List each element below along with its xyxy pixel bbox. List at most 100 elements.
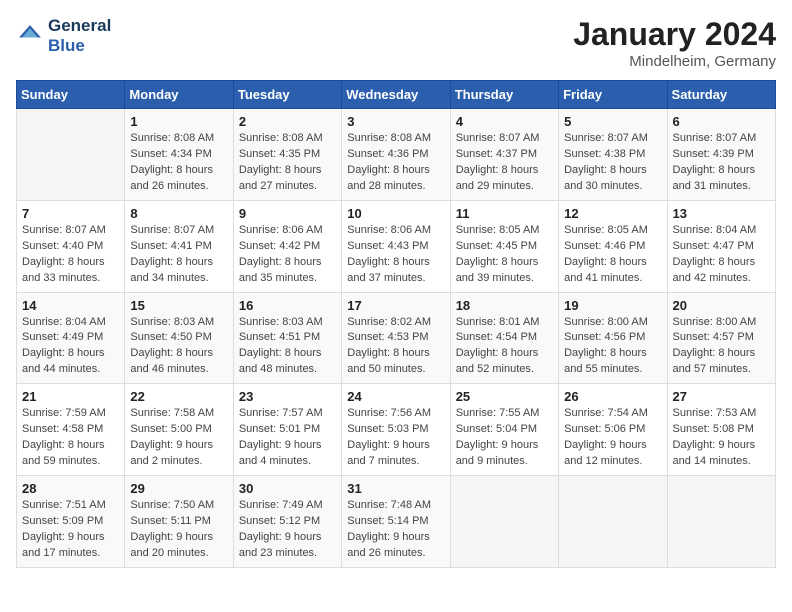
- day-number: 13: [673, 206, 770, 221]
- day-detail: Sunrise: 7:54 AMSunset: 5:06 PMDaylight:…: [564, 406, 661, 470]
- day-detail: Sunrise: 8:08 AMSunset: 4:34 PMDaylight:…: [130, 131, 227, 195]
- day-cell: 2 Sunrise: 8:08 AMSunset: 4:35 PMDaylight…: [233, 109, 341, 201]
- day-number: 25: [456, 389, 553, 404]
- title-block: January 2024 Mindelheim, Germany: [573, 16, 776, 70]
- day-detail: Sunrise: 8:08 AMSunset: 4:35 PMDaylight:…: [239, 131, 336, 195]
- day-cell: [17, 109, 125, 201]
- day-cell: 23 Sunrise: 7:57 AMSunset: 5:01 PMDayligh…: [233, 384, 341, 476]
- day-cell: 22Sunrise: 7:58 AMSunset: 5:00 PMDayligh…: [125, 384, 233, 476]
- day-cell: 15Sunrise: 8:03 AMSunset: 4:50 PMDayligh…: [125, 292, 233, 384]
- day-number: 16: [239, 298, 336, 313]
- day-number: 4: [456, 114, 553, 129]
- day-detail: Sunrise: 8:04 AMSunset: 4:49 PMDaylight:…: [22, 315, 119, 379]
- day-cell: 12Sunrise: 8:05 AMSunset: 4:46 PMDayligh…: [559, 200, 667, 292]
- day-number: 18: [456, 298, 553, 313]
- col-header-monday: Monday: [125, 81, 233, 109]
- calendar-table: SundayMondayTuesdayWednesdayThursdayFrid…: [16, 80, 776, 568]
- day-number: 15: [130, 298, 227, 313]
- day-detail: Sunrise: 8:07 AMSunset: 4:39 PMDaylight:…: [673, 131, 770, 195]
- day-detail: Sunrise: 8:07 AMSunset: 4:40 PMDaylight:…: [22, 223, 119, 287]
- day-number: 23: [239, 389, 336, 404]
- day-cell: [559, 476, 667, 568]
- day-cell: 30 Sunrise: 7:49 AMSunset: 5:12 PMDayligh…: [233, 476, 341, 568]
- day-number: 3: [347, 114, 444, 129]
- subtitle: Mindelheim, Germany: [573, 53, 776, 70]
- day-number: 12: [564, 206, 661, 221]
- day-cell: 7 Sunrise: 8:07 AMSunset: 4:40 PMDaylight…: [17, 200, 125, 292]
- day-number: 11: [456, 206, 553, 221]
- day-number: 17: [347, 298, 444, 313]
- day-number: 22: [130, 389, 227, 404]
- day-detail: Sunrise: 8:00 AMSunset: 4:57 PMDaylight:…: [673, 315, 770, 379]
- day-number: 19: [564, 298, 661, 313]
- page-header: General Blue January 2024 Mindelheim, Ge…: [16, 16, 776, 70]
- week-row-3: 14 Sunrise: 8:04 AMSunset: 4:49 PMDayligh…: [17, 292, 776, 384]
- day-detail: Sunrise: 8:04 AMSunset: 4:47 PMDaylight:…: [673, 223, 770, 287]
- day-detail: Sunrise: 7:53 AMSunset: 5:08 PMDaylight:…: [673, 406, 770, 470]
- day-number: 24: [347, 389, 444, 404]
- day-detail: Sunrise: 7:51 AMSunset: 5:09 PMDaylight:…: [22, 498, 119, 562]
- day-cell: 26 Sunrise: 7:54 AMSunset: 5:06 PMDayligh…: [559, 384, 667, 476]
- day-cell: 28 Sunrise: 7:51 AMSunset: 5:09 PMDayligh…: [17, 476, 125, 568]
- day-number: 31: [347, 481, 444, 496]
- column-headers: SundayMondayTuesdayWednesdayThursdayFrid…: [17, 81, 776, 109]
- week-row-1: 1 Sunrise: 8:08 AMSunset: 4:34 PMDaylight…: [17, 109, 776, 201]
- day-detail: Sunrise: 8:01 AMSunset: 4:54 PMDaylight:…: [456, 315, 553, 379]
- day-detail: Sunrise: 8:07 AMSunset: 4:41 PMDaylight:…: [130, 223, 227, 287]
- day-detail: Sunrise: 7:59 AMSunset: 4:58 PMDaylight:…: [22, 406, 119, 470]
- day-number: 14: [22, 298, 119, 313]
- day-number: 20: [673, 298, 770, 313]
- day-number: 6: [673, 114, 770, 129]
- day-number: 8: [130, 206, 227, 221]
- day-detail: Sunrise: 7:48 AMSunset: 5:14 PMDaylight:…: [347, 498, 444, 562]
- day-detail: Sunrise: 7:57 AMSunset: 5:01 PMDaylight:…: [239, 406, 336, 470]
- day-cell: [450, 476, 558, 568]
- main-title: January 2024: [573, 16, 776, 53]
- logo-text: General Blue: [48, 16, 111, 55]
- day-detail: Sunrise: 8:05 AMSunset: 4:45 PMDaylight:…: [456, 223, 553, 287]
- day-detail: Sunrise: 8:06 AMSunset: 4:43 PMDaylight:…: [347, 223, 444, 287]
- col-header-thursday: Thursday: [450, 81, 558, 109]
- day-cell: 10Sunrise: 8:06 AMSunset: 4:43 PMDayligh…: [342, 200, 450, 292]
- day-detail: Sunrise: 7:56 AMSunset: 5:03 PMDaylight:…: [347, 406, 444, 470]
- day-cell: 1 Sunrise: 8:08 AMSunset: 4:34 PMDaylight…: [125, 109, 233, 201]
- day-number: 2: [239, 114, 336, 129]
- col-header-tuesday: Tuesday: [233, 81, 341, 109]
- day-number: 9: [239, 206, 336, 221]
- day-cell: 13 Sunrise: 8:04 AMSunset: 4:47 PMDayligh…: [667, 200, 775, 292]
- day-number: 7: [22, 206, 119, 221]
- day-cell: 3 Sunrise: 8:08 AMSunset: 4:36 PMDaylight…: [342, 109, 450, 201]
- day-cell: 18 Sunrise: 8:01 AMSunset: 4:54 PMDayligh…: [450, 292, 558, 384]
- day-detail: Sunrise: 7:55 AMSunset: 5:04 PMDaylight:…: [456, 406, 553, 470]
- week-row-2: 7 Sunrise: 8:07 AMSunset: 4:40 PMDaylight…: [17, 200, 776, 292]
- day-cell: 24 Sunrise: 7:56 AMSunset: 5:03 PMDayligh…: [342, 384, 450, 476]
- logo-icon: [16, 22, 44, 50]
- day-cell: 27 Sunrise: 7:53 AMSunset: 5:08 PMDayligh…: [667, 384, 775, 476]
- day-cell: 6 Sunrise: 8:07 AMSunset: 4:39 PMDaylight…: [667, 109, 775, 201]
- day-number: 30: [239, 481, 336, 496]
- day-cell: 11 Sunrise: 8:05 AMSunset: 4:45 PMDayligh…: [450, 200, 558, 292]
- day-detail: Sunrise: 8:03 AMSunset: 4:51 PMDaylight:…: [239, 315, 336, 379]
- day-number: 26: [564, 389, 661, 404]
- day-number: 29: [130, 481, 227, 496]
- day-detail: Sunrise: 8:08 AMSunset: 4:36 PMDaylight:…: [347, 131, 444, 195]
- day-number: 5: [564, 114, 661, 129]
- day-detail: Sunrise: 8:00 AMSunset: 4:56 PMDaylight:…: [564, 315, 661, 379]
- day-cell: 8 Sunrise: 8:07 AMSunset: 4:41 PMDaylight…: [125, 200, 233, 292]
- week-row-5: 28 Sunrise: 7:51 AMSunset: 5:09 PMDayligh…: [17, 476, 776, 568]
- day-detail: Sunrise: 8:07 AMSunset: 4:38 PMDaylight:…: [564, 131, 661, 195]
- day-cell: 5 Sunrise: 8:07 AMSunset: 4:38 PMDaylight…: [559, 109, 667, 201]
- day-detail: Sunrise: 7:49 AMSunset: 5:12 PMDaylight:…: [239, 498, 336, 562]
- col-header-friday: Friday: [559, 81, 667, 109]
- day-cell: 25 Sunrise: 7:55 AMSunset: 5:04 PMDayligh…: [450, 384, 558, 476]
- day-number: 27: [673, 389, 770, 404]
- day-number: 28: [22, 481, 119, 496]
- day-number: 1: [130, 114, 227, 129]
- week-row-4: 21Sunrise: 7:59 AMSunset: 4:58 PMDayligh…: [17, 384, 776, 476]
- col-header-wednesday: Wednesday: [342, 81, 450, 109]
- day-cell: 16 Sunrise: 8:03 AMSunset: 4:51 PMDayligh…: [233, 292, 341, 384]
- day-cell: 14 Sunrise: 8:04 AMSunset: 4:49 PMDayligh…: [17, 292, 125, 384]
- day-cell: 4Sunrise: 8:07 AMSunset: 4:37 PMDaylight…: [450, 109, 558, 201]
- day-cell: 9Sunrise: 8:06 AMSunset: 4:42 PMDaylight…: [233, 200, 341, 292]
- logo: General Blue: [16, 16, 111, 55]
